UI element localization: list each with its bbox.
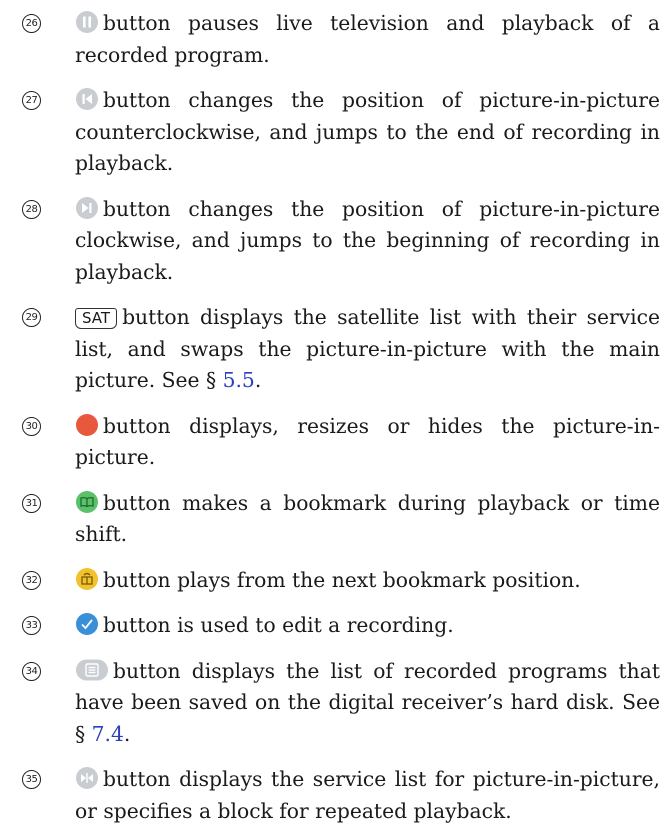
list-item: 34 button displays the list of recorded …: [20, 656, 660, 751]
item-number: 28: [22, 199, 41, 219]
item-text: button changes the position of picture-i…: [75, 88, 660, 175]
blue-check-icon: [76, 613, 98, 635]
item-text-end: .: [123, 721, 131, 746]
section-link[interactable]: 7.4: [92, 722, 124, 746]
item-text: button makes a bookmark during playback …: [75, 490, 660, 547]
list-item: 26 button pauses live television and pla…: [20, 8, 660, 71]
item-number: 34: [22, 661, 41, 681]
red-button-icon: [76, 413, 98, 436]
list-item: 28 button changes the position of pictur…: [20, 194, 660, 289]
list-item: 31 button makes a bookmark during playba…: [20, 488, 660, 551]
item-number: 32: [22, 570, 41, 590]
item-number: 33: [22, 616, 41, 635]
item-text: button displays, resizes or hides the pi…: [75, 413, 660, 470]
list-item: 30 button displays, resizes or hides the…: [20, 411, 660, 474]
item-number: 27: [22, 91, 41, 110]
section-link[interactable]: 5.5: [223, 368, 255, 392]
item-text: button plays from the next bookmark posi…: [103, 567, 581, 592]
item-text: button displays the service list for pic…: [75, 767, 660, 823]
pip-list-icon: [76, 767, 98, 789]
sat-button: SAT: [75, 308, 118, 329]
recordings-list-icon: [76, 659, 108, 680]
pause-icon: [76, 11, 98, 33]
item-number: 26: [22, 14, 41, 33]
list-item: 29 SAT button displays the satellite list…: [20, 302, 660, 397]
item-number: 31: [22, 493, 41, 513]
list-item: 35 button displays the service list for …: [20, 764, 660, 827]
list-item: 27 button changes the position of pictur…: [20, 85, 660, 180]
yellow-bookmark-jump-icon: [76, 567, 98, 590]
green-bookmark-icon: [76, 490, 98, 513]
item-number: 29: [22, 308, 41, 327]
list-item: 33 button is used to edit a recording.: [20, 610, 660, 642]
button-description-list: 26 button pauses live television and pla…: [20, 8, 660, 827]
item-text: button displays the list of recorded pro…: [75, 658, 660, 746]
list-item: 32 button plays from the next bookmark p…: [20, 565, 660, 597]
item-text: button changes the position of picture-i…: [75, 196, 660, 284]
item-text: button is used to edit a recording.: [103, 613, 454, 637]
item-number: 35: [22, 770, 41, 789]
item-number: 30: [22, 416, 41, 436]
item-text: button pauses live television and playba…: [75, 11, 660, 67]
item-text-end: .: [254, 368, 262, 392]
skip-forward-icon: [76, 196, 98, 219]
item-text: button displays the satellite list with …: [75, 305, 660, 392]
skip-back-icon: [76, 88, 98, 110]
